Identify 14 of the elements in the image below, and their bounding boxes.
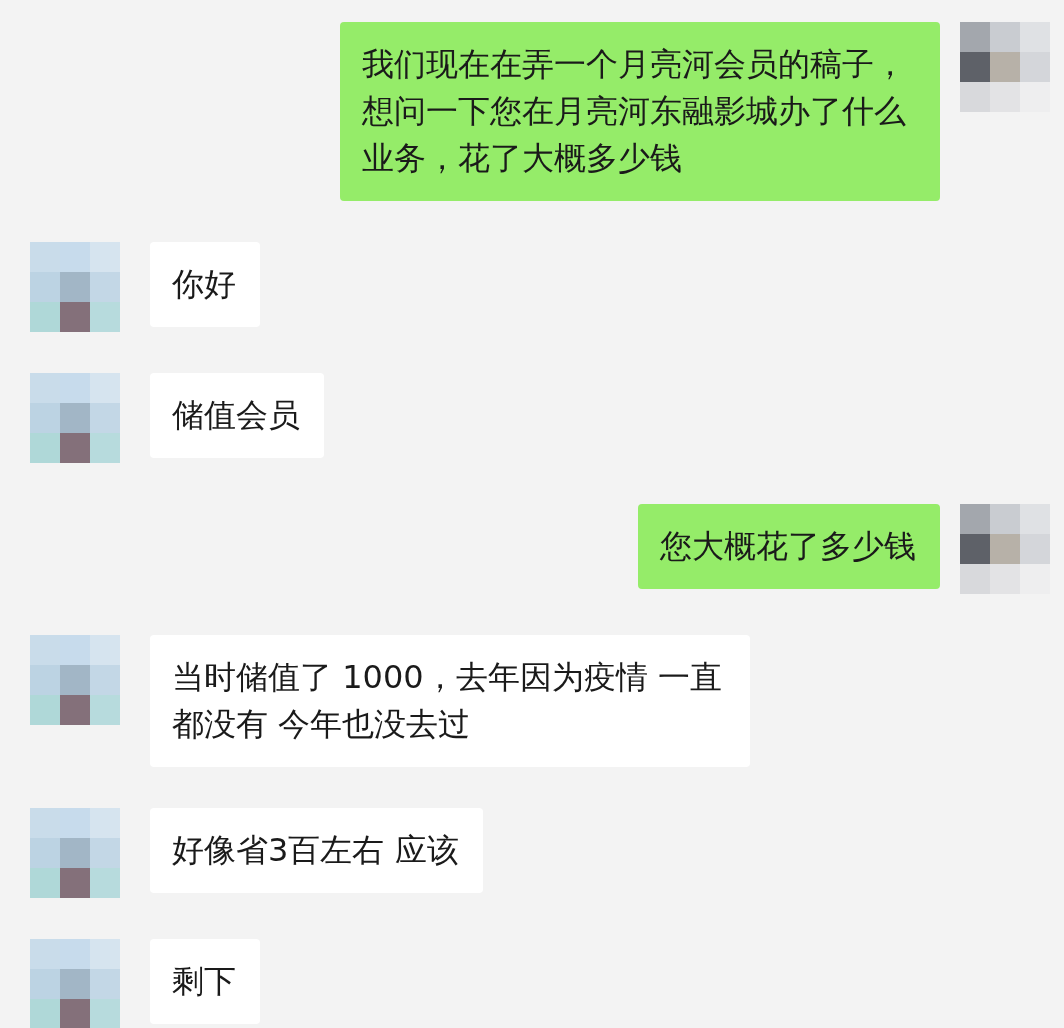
message-bubble: 您大概花了多少钱	[638, 504, 940, 589]
avatar-icon	[960, 504, 1050, 594]
avatar-icon	[30, 242, 120, 332]
avatar-icon	[960, 22, 1050, 112]
message-bubble: 剩下	[150, 939, 260, 1024]
message-bubble: 储值会员	[150, 373, 324, 458]
avatar-icon	[30, 373, 120, 463]
avatar-icon	[30, 939, 120, 1028]
message-bubble: 好像省3百左右 应该	[150, 808, 483, 893]
message-bubble: 你好	[150, 242, 260, 327]
message-bubble: 我们现在在弄一个月亮河会员的稿子，想问一下您在月亮河东融影城办了什么业务，花了大概多少钱	[340, 22, 940, 201]
avatar-icon	[30, 808, 120, 898]
message-bubble: 当时储值了 1000，去年因为疫情 一直都没有 今年也没去过	[150, 635, 750, 767]
avatar-icon	[30, 635, 120, 725]
